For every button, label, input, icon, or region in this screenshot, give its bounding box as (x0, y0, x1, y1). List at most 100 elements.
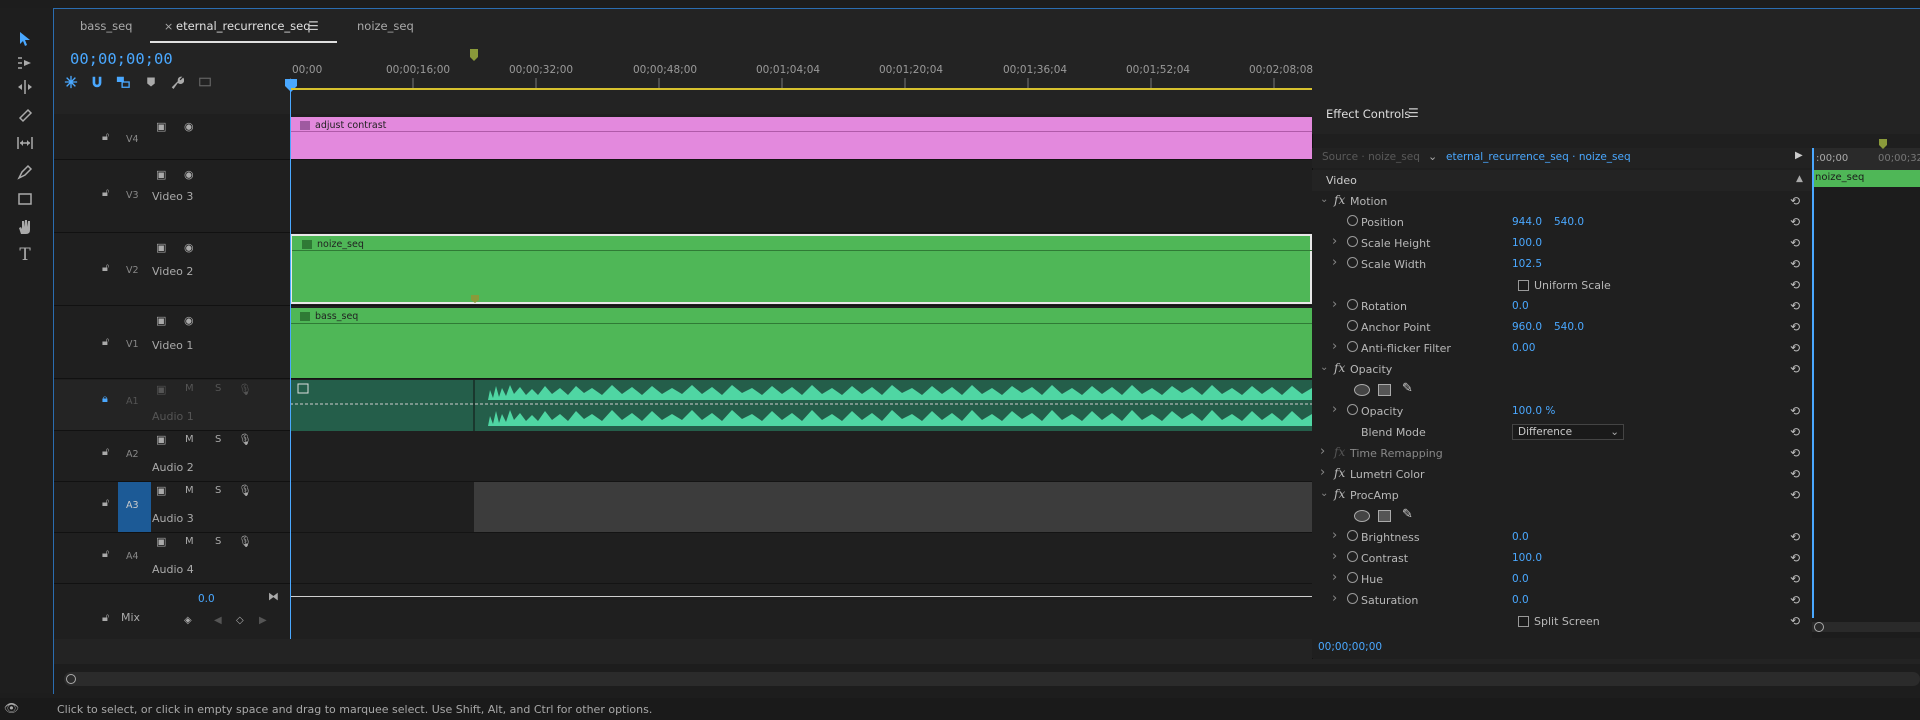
next-keyframe-icon[interactable]: ▶ (259, 615, 267, 626)
param-value[interactable]: 102.5 (1512, 258, 1542, 270)
keyframe-menu-icon[interactable]: ◈ (184, 615, 192, 626)
sync-lock-icon[interactable]: ▣ (156, 314, 166, 327)
panel-menu-icon[interactable]: ☰ (1408, 106, 1419, 120)
effect-footer-timecode[interactable]: 00;00;00;00 (1318, 641, 1382, 653)
ellipse-mask-icon[interactable] (1354, 384, 1370, 396)
track-id[interactable]: V4 (126, 134, 139, 145)
mute-button[interactable]: M (185, 434, 194, 445)
param-value[interactable]: 0.00 (1512, 342, 1535, 354)
track-id[interactable]: V1 (126, 339, 139, 350)
track-select-tool-icon[interactable] (14, 52, 36, 74)
expand-toggle-icon[interactable]: › (1332, 570, 1337, 585)
tab-menu-icon[interactable]: ☰ (308, 19, 319, 33)
zoom-handle-icon[interactable] (1814, 622, 1824, 632)
mix-collapse-icon[interactable]: ⧓ (268, 590, 279, 603)
fx-toggle-icon[interactable]: fx (1334, 466, 1345, 480)
snap-nest-icon[interactable] (62, 74, 80, 90)
linked-selection-icon[interactable] (114, 74, 132, 90)
lock-icon[interactable]: 🔓︎ (102, 547, 109, 561)
reset-icon[interactable]: ⟲ (1790, 467, 1800, 481)
solo-button[interactable]: S (215, 383, 221, 394)
lock-icon[interactable]: 🔓︎ (102, 335, 109, 349)
stopwatch-icon[interactable] (1347, 551, 1358, 562)
mini-clip-bar[interactable]: noize_seq (1812, 170, 1920, 187)
reset-icon[interactable]: ⟲ (1790, 572, 1800, 586)
source-label[interactable]: Source · noize_seq (1322, 151, 1420, 163)
sequence-clip-label[interactable]: eternal_recurrence_seq · noize_seq (1446, 151, 1631, 163)
expand-toggle-icon[interactable]: › (1332, 549, 1337, 564)
fx-toggle-icon[interactable]: fx (1334, 445, 1345, 459)
reset-icon[interactable]: ⟲ (1790, 488, 1800, 502)
reset-icon[interactable]: ⟲ (1790, 320, 1800, 334)
reset-icon[interactable]: ⟲ (1790, 551, 1800, 565)
eye-icon[interactable]: ◉ (184, 241, 194, 254)
mini-zoom-bar[interactable] (1812, 622, 1920, 632)
expand-toggle-icon[interactable]: ⌄ (1320, 362, 1328, 373)
lock-icon[interactable]: 🔓︎ (102, 445, 109, 459)
chevron-down-icon[interactable]: ⌄ (1428, 150, 1437, 163)
reset-icon[interactable]: ⟲ (1790, 194, 1800, 208)
eye-icon[interactable]: ◉ (184, 120, 194, 133)
mute-button[interactable]: M (185, 485, 194, 496)
time-ruler[interactable]: 00;00 00;00;16;00 00;00;32;00 00;00;48;0… (285, 44, 1313, 94)
pen-tool-icon[interactable] (14, 161, 36, 183)
scroll-handle-left-icon[interactable] (66, 674, 76, 684)
lock-icon[interactable]: 🔓︎ (102, 496, 109, 510)
param-value[interactable]: 540.0 (1554, 216, 1584, 228)
stopwatch-icon[interactable] (1347, 530, 1358, 541)
scrollbar-track[interactable] (64, 672, 1920, 686)
mix-volume-value[interactable]: 0.0 (198, 593, 215, 605)
clip-adjust-contrast[interactable]: adjust contrast (290, 117, 1312, 159)
track-id[interactable]: A4 (126, 551, 139, 562)
mute-button[interactable]: M (185, 536, 194, 547)
param-value[interactable]: 0.0 (1512, 531, 1529, 543)
rectangle-tool-icon[interactable] (14, 188, 36, 210)
selection-tool-icon[interactable] (14, 28, 36, 50)
param-value[interactable]: 100.0 (1512, 552, 1542, 564)
snap-icon[interactable] (88, 74, 106, 90)
checkbox[interactable] (1518, 616, 1529, 627)
timeline-scrollbar[interactable] (54, 664, 1920, 694)
add-keyframe-icon[interactable]: ◇ (236, 615, 244, 626)
captions-icon[interactable] (196, 74, 214, 90)
track-id[interactable]: V3 (126, 190, 139, 201)
mix-volume-line[interactable] (290, 596, 1312, 597)
stopwatch-icon[interactable] (1347, 215, 1358, 226)
razor-tool-icon[interactable] (14, 104, 36, 126)
expand-toggle-icon[interactable]: › (1332, 255, 1337, 270)
stopwatch-icon[interactable] (1347, 341, 1358, 352)
sync-lock-icon[interactable]: ▣ (156, 433, 166, 446)
prev-keyframe-icon[interactable]: ◀ (214, 615, 222, 626)
solo-button[interactable]: S (215, 434, 221, 445)
solo-button[interactable]: S (215, 536, 221, 547)
expand-toggle-icon[interactable]: › (1332, 528, 1337, 543)
sync-lock-icon[interactable]: ▣ (156, 484, 166, 497)
fx-toggle-icon[interactable]: fx (1334, 487, 1345, 501)
eye-icon[interactable]: ◉ (184, 168, 194, 181)
mic-icon[interactable]: 🎙︎ (238, 383, 252, 396)
expand-toggle-icon[interactable]: › (1332, 591, 1337, 606)
stopwatch-icon[interactable] (1347, 320, 1358, 331)
type-tool-icon[interactable]: T (14, 244, 36, 266)
mini-playhead[interactable] (1812, 148, 1814, 618)
expand-toggle-icon[interactable]: › (1332, 339, 1337, 354)
eye-icon[interactable]: ◉ (184, 314, 194, 327)
add-marker-icon[interactable] (142, 74, 160, 90)
playhead-handle-icon[interactable] (284, 78, 298, 94)
param-value[interactable]: 944.0 (1512, 216, 1542, 228)
expand-toggle-icon[interactable]: › (1332, 402, 1337, 417)
fx-toggle-icon[interactable]: fx (1334, 193, 1345, 207)
expand-toggle-icon[interactable]: › (1320, 444, 1325, 459)
lock-icon[interactable]: 🔓︎ (102, 130, 109, 144)
param-value[interactable]: 100.0 (1512, 237, 1542, 249)
reset-icon[interactable]: ⟲ (1790, 215, 1800, 229)
lock-icon[interactable]: 🔓︎ (102, 611, 109, 625)
expand-toggle-icon[interactable]: › (1320, 465, 1325, 480)
lock-icon[interactable]: 🔓︎ (102, 186, 109, 200)
rectangle-mask-icon[interactable] (1378, 384, 1391, 396)
mic-icon[interactable]: 🎙︎ (238, 484, 252, 497)
mini-ruler[interactable]: :00;00 00;00;32 (1812, 139, 1920, 170)
tab-bass-seq[interactable]: bass_seq (80, 9, 132, 43)
track-id[interactable]: A2 (126, 449, 139, 460)
hand-tool-icon[interactable] (14, 216, 36, 238)
